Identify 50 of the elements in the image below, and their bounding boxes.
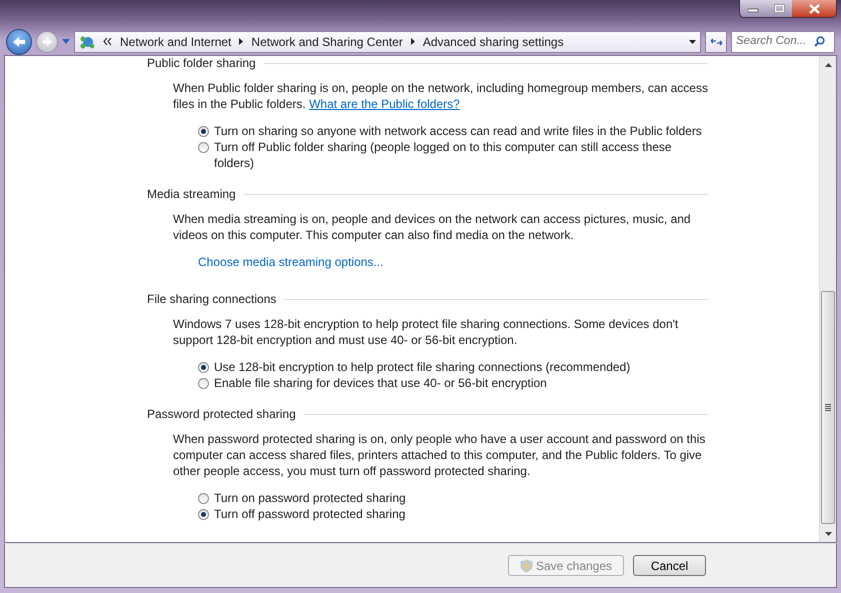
breadcrumb-link[interactable]: Network and Sharing Center	[251, 32, 403, 50]
forward-button[interactable]	[36, 30, 58, 52]
breadcrumb-link[interactable]: Network and Internet	[120, 32, 232, 50]
description-text: When media streaming is on, people and devices on the network can access pictures, music, and videos on this computer. This computer can also find media on the network.	[173, 211, 692, 243]
help-link[interactable]: What are the Public folders?	[309, 97, 460, 111]
radio-button[interactable]	[198, 362, 209, 373]
refresh-icon[interactable]	[710, 36, 722, 46]
maximize-icon[interactable]	[774, 4, 784, 14]
double-chevron-icon[interactable]	[103, 38, 112, 45]
close-button[interactable]	[792, 0, 836, 17]
address-bar[interactable]: Network and Internet Network and Sharing Center Advanced sharing settings	[74, 30, 701, 52]
breadcrumb-link[interactable]: Advanced sharing settings	[422, 32, 564, 50]
option-label[interactable]: Turn on password protected sharing	[214, 490, 406, 506]
search-icon[interactable]	[814, 36, 825, 47]
search-box[interactable]: Search Con...	[731, 30, 835, 52]
breadcrumb-arrow-icon[interactable]	[410, 38, 415, 45]
radio-button[interactable]	[198, 509, 209, 520]
scrollbar-thumb[interactable]	[821, 290, 835, 524]
radio-button[interactable]	[198, 142, 209, 153]
section-heading: Public folder sharing	[147, 56, 256, 70]
option-label[interactable]: Turn on sharing so anyone with network access can read and write files in the Public folders	[214, 123, 702, 139]
scrollbar[interactable]	[819, 56, 836, 542]
description-text: When password protected sharing is on, only people who have a user account and password on this computer can access shared files, printers attached to this computer, and the Public folders. To give other people access, you must turn off password protected sharing.	[173, 431, 706, 479]
option-label[interactable]: Turn off password protected sharing	[214, 506, 406, 522]
section-heading: Password protected sharing	[147, 407, 296, 421]
radio-button[interactable]	[198, 126, 209, 137]
back-button[interactable]	[6, 28, 32, 54]
cancel-button[interactable]: Cancel	[633, 555, 706, 576]
radio-button[interactable]	[198, 378, 209, 389]
description-text: Windows 7 uses 128-bit encryption to help protect file sharing connections. Some devices don't support 128-bit encryption and must use 40- or 56-bit encryption.	[173, 316, 680, 348]
search-field[interactable]: Search Con...	[736, 32, 814, 50]
radio-button[interactable]	[198, 493, 209, 504]
breadcrumb-arrow-icon[interactable]	[239, 38, 244, 45]
close-icon[interactable]	[808, 4, 820, 14]
options-link[interactable]: Choose media streaming options...	[198, 254, 384, 270]
minimize-button[interactable]	[740, 0, 766, 17]
network-globe-icon	[79, 34, 95, 48]
description-text: When Public folder sharing is on, people on the network, including homegroup members, can access files in the Public folders. What are the Public folders?	[173, 80, 708, 112]
option-label[interactable]: Use 128-bit encryption to help protect file sharing connections (recommended)	[214, 359, 630, 375]
section-heading: Media streaming	[147, 187, 236, 201]
refresh-button[interactable]	[705, 30, 727, 52]
shield-icon	[520, 558, 533, 572]
option-label[interactable]: Turn off Public folder sharing (people logged on to this computer can still access these folders)	[214, 139, 708, 171]
section-heading: File sharing connections	[147, 292, 276, 306]
option-label[interactable]: Enable file sharing for devices that use 40- or 56-bit encryption	[214, 375, 547, 391]
recent-pages-caret-icon[interactable]	[62, 39, 70, 44]
history-dropdown-icon[interactable]	[689, 40, 696, 44]
maximize-button[interactable]	[766, 0, 792, 17]
scroll-down-icon[interactable]	[824, 532, 832, 536]
scroll-up-icon[interactable]	[824, 62, 832, 66]
